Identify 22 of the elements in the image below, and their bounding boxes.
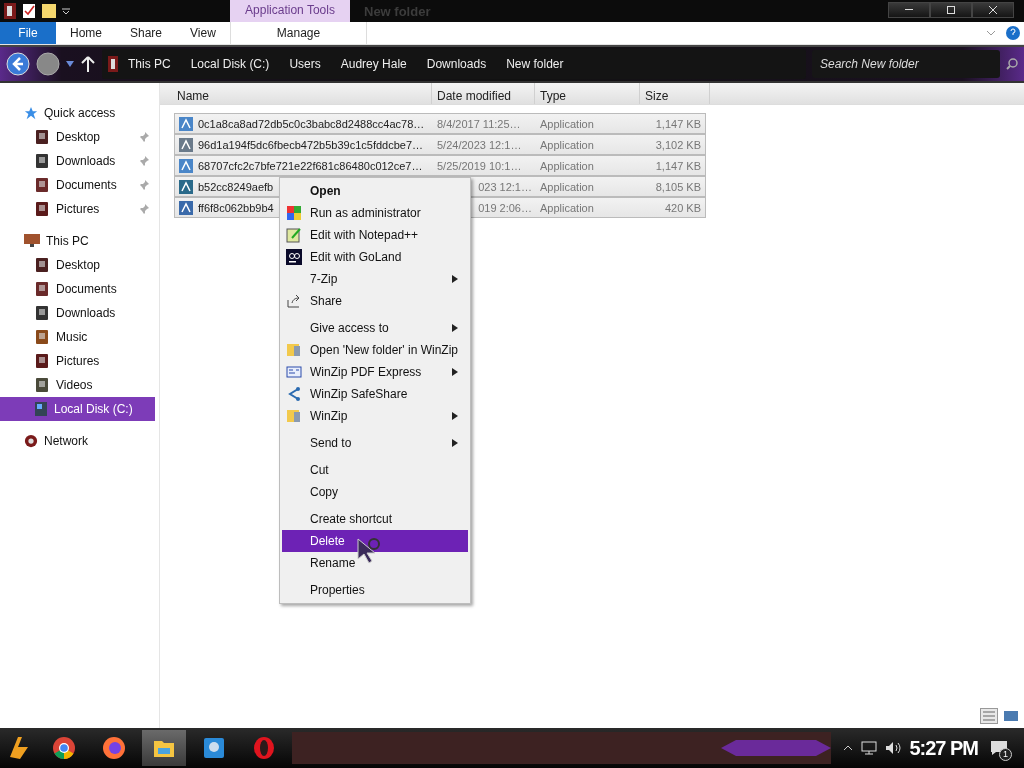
notification-count: 1 [999, 748, 1012, 761]
file-name: b52cc8249aefb [198, 180, 274, 193]
date-cell-text: 5/25/2019 10:1… [436, 159, 523, 172]
date-cell-text: 023 12:1… [477, 180, 533, 193]
file-name: ff6f8c062bb9b4 [198, 201, 274, 214]
size-cell-text: 1,147 KB [654, 159, 702, 172]
type-cell-text: Application [539, 138, 595, 151]
date-cell-text: 5/24/2023 12:1… [436, 138, 523, 151]
date-cell-text: 8/4/2017 11:25… [436, 117, 522, 130]
size-cell-text: 420 KB [663, 201, 702, 214]
context-tab-label: Application Tools [230, 0, 350, 22]
type-cell-text: Application [539, 159, 595, 172]
type-cell-text: Application [539, 201, 595, 214]
file-name: 96d1a194f5dc6fbecb472b5b39c1c5fddcbe7… [198, 138, 424, 151]
size-cell-text: 1,147 KB [654, 117, 702, 130]
file-name: 68707cfc2c7bfe721e22f681c86480c012ce7… [198, 159, 423, 172]
date-cell-text: 019 2:06… [477, 201, 533, 214]
type-cell-text: Application [539, 180, 595, 193]
type-cell-text: Application [539, 117, 595, 130]
file-name: 0c1a8ca8ad72db5c0c3babc8d2488cc4ac78… [198, 117, 425, 130]
size-cell-text: 3,102 KB [654, 138, 702, 151]
size-cell-text: 8,105 KB [654, 180, 702, 193]
